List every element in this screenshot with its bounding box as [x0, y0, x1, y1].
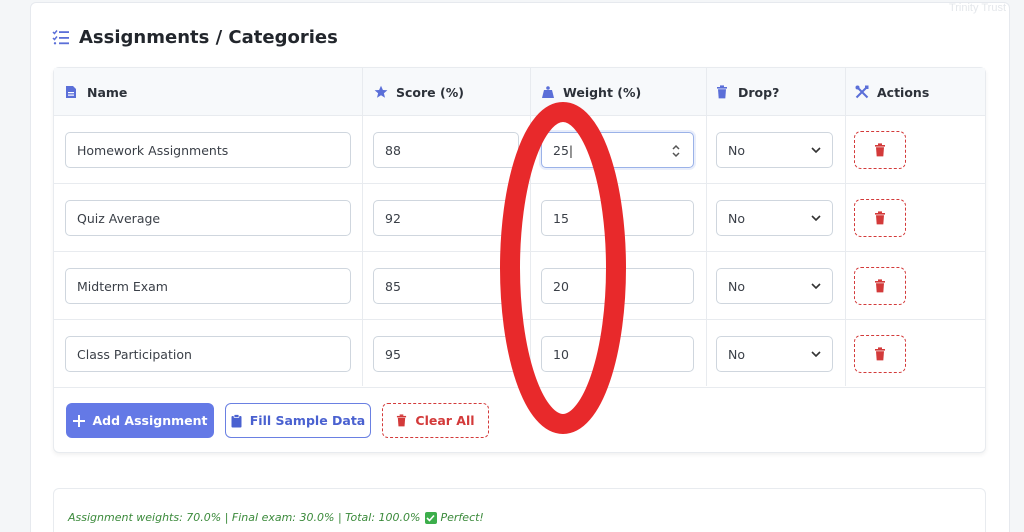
column-header-actions: Actions — [855, 68, 929, 116]
weight-input[interactable]: 15 — [541, 200, 694, 236]
spinner-icon[interactable] — [671, 142, 681, 160]
drop-select-value: No — [728, 346, 745, 362]
trash-icon — [875, 211, 885, 225]
fill-sample-data-button[interactable]: Fill Sample Data — [225, 403, 371, 438]
clipboard-icon — [231, 413, 242, 427]
table-row: Quiz Average 92 15 No — [54, 184, 985, 252]
column-header-drop: Drop? — [716, 68, 779, 116]
summary-text: Assignment weights: 70.0% | Final exam: … — [68, 511, 484, 524]
clear-all-button[interactable]: Clear All — [382, 403, 489, 438]
add-assignment-button[interactable]: Add Assignment — [66, 403, 214, 438]
section-title: Assignments / Categories — [79, 26, 338, 48]
tools-icon — [855, 85, 869, 99]
score-input[interactable]: 95 — [373, 336, 519, 372]
drop-select-value: No — [728, 278, 745, 294]
name-input[interactable]: Homework Assignments — [65, 132, 351, 168]
column-header-score: Score (%) — [374, 68, 464, 116]
column-header-name: Name — [65, 68, 127, 116]
drop-select[interactable]: No — [716, 132, 833, 168]
assignments-table: Name Score (%) Weight (%) Drop? Actions — [53, 67, 986, 453]
file-icon — [65, 85, 79, 99]
chevron-down-icon — [811, 147, 821, 153]
table-row: Homework Assignments 88 25 | No — [54, 116, 985, 184]
check-icon — [424, 511, 437, 524]
score-input[interactable]: 88 — [373, 132, 519, 168]
plus-icon — [72, 414, 85, 427]
drop-select[interactable]: No — [716, 336, 833, 372]
weight-input[interactable]: 10 — [541, 336, 694, 372]
weight-icon — [541, 85, 555, 99]
section-header: Assignments / Categories — [52, 24, 338, 50]
weight-input[interactable]: 25 | — [541, 132, 694, 168]
delete-row-button[interactable] — [854, 131, 906, 169]
watermark: Trinity Trust — [948, 2, 1006, 14]
chevron-down-icon — [811, 351, 821, 357]
trash-icon — [875, 347, 885, 361]
drop-select[interactable]: No — [716, 268, 833, 304]
star-icon — [374, 85, 388, 99]
trash-icon — [875, 143, 885, 157]
trash-icon — [397, 414, 407, 427]
delete-row-button[interactable] — [854, 267, 906, 305]
name-input[interactable]: Quiz Average — [65, 200, 351, 236]
trash-icon — [875, 279, 885, 293]
chevron-down-icon — [811, 215, 821, 221]
drop-select-value: No — [728, 210, 745, 226]
chevron-down-icon — [811, 283, 821, 289]
column-header-weight: Weight (%) — [541, 68, 641, 116]
tasks-list-icon — [52, 29, 70, 45]
drop-select-value: No — [728, 142, 745, 158]
weights-summary: Assignment weights: 70.0% | Final exam: … — [53, 488, 986, 532]
weight-value: 25 — [553, 142, 569, 158]
table-row: Class Participation 95 10 No — [54, 320, 985, 388]
name-input[interactable]: Midterm Exam — [65, 268, 351, 304]
score-input[interactable]: 85 — [373, 268, 519, 304]
weight-input[interactable]: 20 — [541, 268, 694, 304]
delete-row-button[interactable] — [854, 335, 906, 373]
trash-icon — [716, 85, 730, 99]
name-input[interactable]: Class Participation — [65, 336, 351, 372]
score-input[interactable]: 92 — [373, 200, 519, 236]
drop-select[interactable]: No — [716, 200, 833, 236]
table-row: Midterm Exam 85 20 No — [54, 252, 985, 320]
delete-row-button[interactable] — [854, 199, 906, 237]
